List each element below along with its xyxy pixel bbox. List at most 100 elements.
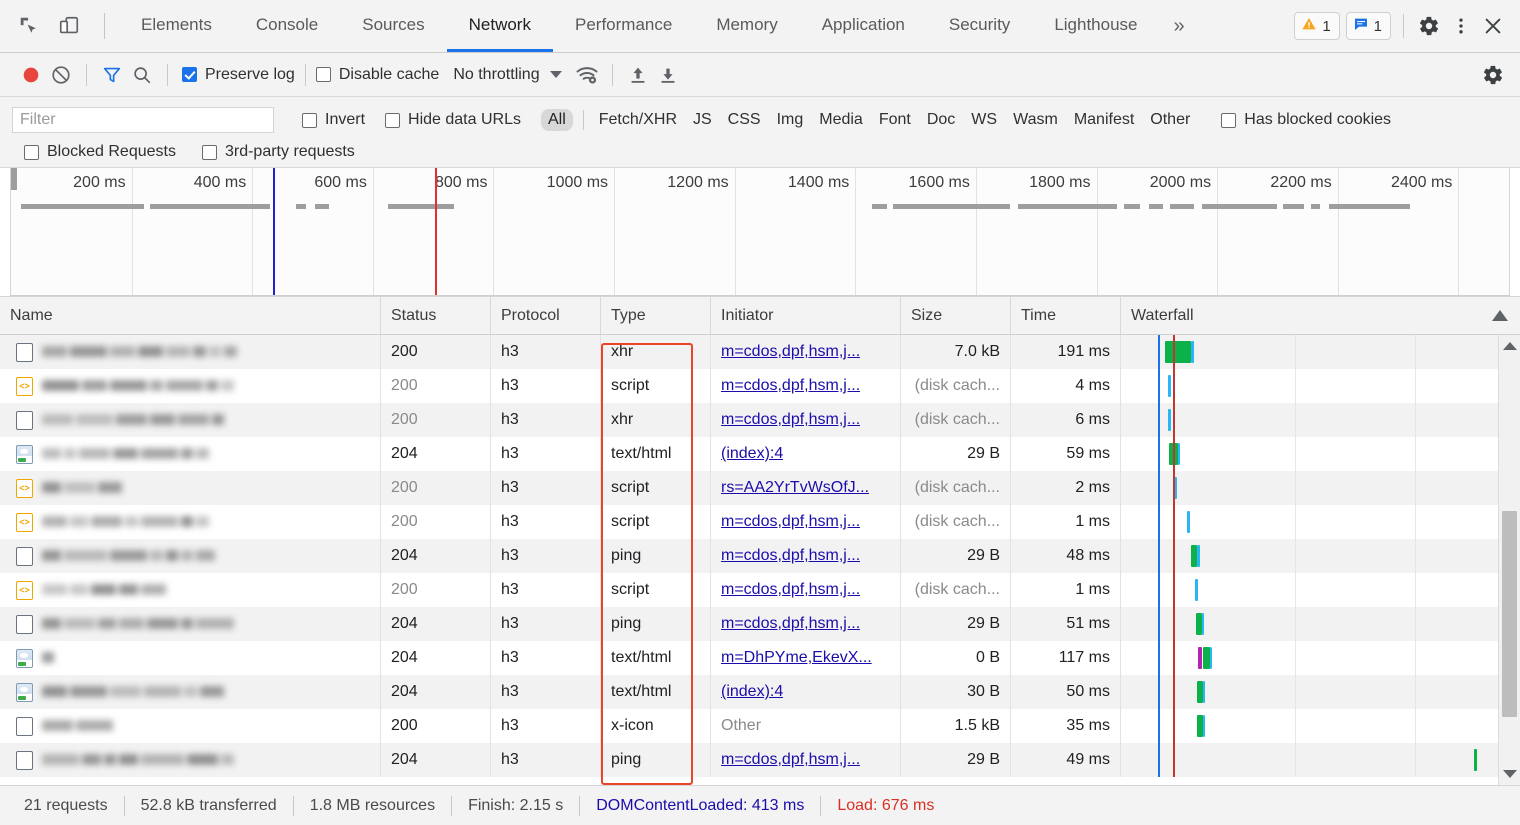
initiator-link[interactable]: (index):4 <box>721 445 783 463</box>
initiator-link[interactable]: m=DhPYme,EkevX... <box>721 649 872 667</box>
table-row[interactable]: 200h3xhrm=cdos,dpf,hsm,j...(disk cach...… <box>0 403 1520 437</box>
more-tabs-icon[interactable]: » <box>1160 0 1199 52</box>
cell-name[interactable] <box>0 539 381 573</box>
tab-elements[interactable]: Elements <box>119 0 234 52</box>
cell-name[interactable] <box>0 403 381 437</box>
cell-name[interactable]: <> <box>0 471 381 505</box>
table-row[interactable]: <>200h3scriptm=cdos,dpf,hsm,j...(disk ca… <box>0 573 1520 607</box>
column-header-time[interactable]: Time <box>1011 297 1121 334</box>
cell-initiator[interactable]: Other <box>711 709 901 743</box>
column-header-waterfall[interactable]: Waterfall <box>1121 297 1520 334</box>
tab-security[interactable]: Security <box>927 0 1032 52</box>
scroll-down-icon[interactable] <box>1499 763 1520 785</box>
table-row[interactable]: 204h3text/htmlm=DhPYme,EkevX...0 B117 ms <box>0 641 1520 675</box>
type-filter-wasm[interactable]: Wasm <box>1006 109 1065 131</box>
initiator-link[interactable]: m=cdos,dpf,hsm,j... <box>721 547 860 565</box>
filter-input[interactable] <box>12 107 274 133</box>
cell-initiator[interactable]: m=cdos,dpf,hsm,j... <box>711 505 901 539</box>
type-filter-media[interactable]: Media <box>812 109 870 131</box>
tab-lighthouse[interactable]: Lighthouse <box>1032 0 1159 52</box>
third-party-requests-toggle[interactable]: 3rd-party requests <box>202 143 355 161</box>
cell-name[interactable] <box>0 641 381 675</box>
initiator-link[interactable]: m=cdos,dpf,hsm,j... <box>721 513 860 531</box>
initiator-link[interactable]: m=cdos,dpf,hsm,j... <box>721 581 860 599</box>
third-party-requests-checkbox[interactable] <box>202 145 217 160</box>
type-filter-manifest[interactable]: Manifest <box>1067 109 1141 131</box>
has-blocked-cookies-toggle[interactable]: Has blocked cookies <box>1221 111 1391 129</box>
hide-data-urls-checkbox[interactable] <box>385 113 400 128</box>
disable-cache-checkbox[interactable] <box>316 67 331 82</box>
cell-initiator[interactable]: m=cdos,dpf,hsm,j... <box>711 369 901 403</box>
initiator-link[interactable]: m=cdos,dpf,hsm,j... <box>721 615 860 633</box>
type-filter-fetch-xhr[interactable]: Fetch/XHR <box>592 109 684 131</box>
tab-memory[interactable]: Memory <box>694 0 799 52</box>
table-row[interactable]: 204h3pingm=cdos,dpf,hsm,j...29 B48 ms <box>0 539 1520 573</box>
column-header-size[interactable]: Size <box>901 297 1011 334</box>
scrollbar-thumb[interactable] <box>1502 511 1517 717</box>
cell-initiator[interactable]: m=cdos,dpf,hsm,j... <box>711 573 901 607</box>
type-filter-doc[interactable]: Doc <box>920 109 962 131</box>
network-conditions-icon[interactable] <box>572 60 602 90</box>
network-overview-timeline[interactable]: 200 ms400 ms600 ms800 ms1000 ms1200 ms14… <box>10 168 1510 296</box>
column-header-status[interactable]: Status <box>381 297 491 334</box>
preserve-log-checkbox[interactable] <box>182 67 197 82</box>
gear-icon[interactable] <box>1416 13 1442 39</box>
filter-icon[interactable] <box>97 60 127 90</box>
initiator-link[interactable]: rs=AA2YrTvWsOfJ... <box>721 479 869 497</box>
type-filter-ws[interactable]: WS <box>964 109 1004 131</box>
cell-name[interactable] <box>0 675 381 709</box>
requests-table-body[interactable]: 200h3xhrm=cdos,dpf,hsm,j...7.0 kB191 ms<… <box>0 335 1520 785</box>
cell-name[interactable] <box>0 437 381 471</box>
blocked-requests-toggle[interactable]: Blocked Requests <box>24 143 176 161</box>
table-row[interactable]: <>200h3scriptm=cdos,dpf,hsm,j...(disk ca… <box>0 369 1520 403</box>
network-settings-gear-icon[interactable] <box>1478 60 1508 90</box>
tab-network[interactable]: Network <box>447 0 553 52</box>
overview-window-handle[interactable] <box>11 168 17 190</box>
column-header-name[interactable]: Name <box>0 297 381 334</box>
message-badge[interactable]: 1 <box>1346 12 1391 40</box>
device-toolbar-icon[interactable] <box>56 13 82 39</box>
table-row[interactable]: 204h3text/html(index):429 B59 ms <box>0 437 1520 471</box>
vertical-scrollbar[interactable] <box>1498 335 1520 785</box>
table-row[interactable]: <>200h3scriptm=cdos,dpf,hsm,j...(disk ca… <box>0 505 1520 539</box>
invert-toggle[interactable]: Invert <box>302 111 365 129</box>
type-filter-all[interactable]: All <box>541 109 573 131</box>
cell-initiator[interactable]: m=DhPYme,EkevX... <box>711 641 901 675</box>
table-row[interactable]: 204h3pingm=cdos,dpf,hsm,j...29 B51 ms <box>0 607 1520 641</box>
initiator-link[interactable]: m=cdos,dpf,hsm,j... <box>721 411 860 429</box>
initiator-link[interactable]: m=cdos,dpf,hsm,j... <box>721 377 860 395</box>
cell-name[interactable]: <> <box>0 505 381 539</box>
invert-checkbox[interactable] <box>302 113 317 128</box>
column-header-initiator[interactable]: Initiator <box>711 297 901 334</box>
preserve-log-toggle[interactable]: Preserve log <box>182 66 295 84</box>
record-button[interactable] <box>16 60 46 90</box>
cell-initiator[interactable]: (index):4 <box>711 437 901 471</box>
table-row[interactable]: 204h3text/html(index):430 B50 ms <box>0 675 1520 709</box>
sort-ascending-arrow-icon[interactable] <box>1492 310 1508 321</box>
initiator-link[interactable]: m=cdos,dpf,hsm,j... <box>721 751 860 769</box>
cell-name[interactable]: <> <box>0 573 381 607</box>
cell-name[interactable] <box>0 743 381 777</box>
hide-data-urls-toggle[interactable]: Hide data URLs <box>385 111 521 129</box>
close-icon[interactable] <box>1480 13 1506 39</box>
cell-name[interactable] <box>0 335 381 369</box>
tab-performance[interactable]: Performance <box>553 0 694 52</box>
table-row[interactable]: <>200h3scriptrs=AA2YrTvWsOfJ...(disk cac… <box>0 471 1520 505</box>
cell-initiator[interactable]: m=cdos,dpf,hsm,j... <box>711 403 901 437</box>
tab-sources[interactable]: Sources <box>340 0 446 52</box>
cell-initiator[interactable]: (index):4 <box>711 675 901 709</box>
cell-name[interactable] <box>0 607 381 641</box>
column-header-type[interactable]: Type <box>601 297 711 334</box>
table-row[interactable]: 200h3xhrm=cdos,dpf,hsm,j...7.0 kB191 ms <box>0 335 1520 369</box>
cell-initiator[interactable]: m=cdos,dpf,hsm,j... <box>711 607 901 641</box>
tab-application[interactable]: Application <box>800 0 927 52</box>
disable-cache-toggle[interactable]: Disable cache <box>316 66 440 84</box>
cell-initiator[interactable]: rs=AA2YrTvWsOfJ... <box>711 471 901 505</box>
cell-name[interactable]: <> <box>0 369 381 403</box>
type-filter-font[interactable]: Font <box>872 109 918 131</box>
initiator-link[interactable]: m=cdos,dpf,hsm,j... <box>721 343 860 361</box>
table-row[interactable]: 204h3pingm=cdos,dpf,hsm,j...29 B49 ms <box>0 743 1520 777</box>
type-filter-css[interactable]: CSS <box>721 109 768 131</box>
warning-badge[interactable]: 1 <box>1294 12 1339 40</box>
inspect-element-icon[interactable] <box>16 13 42 39</box>
